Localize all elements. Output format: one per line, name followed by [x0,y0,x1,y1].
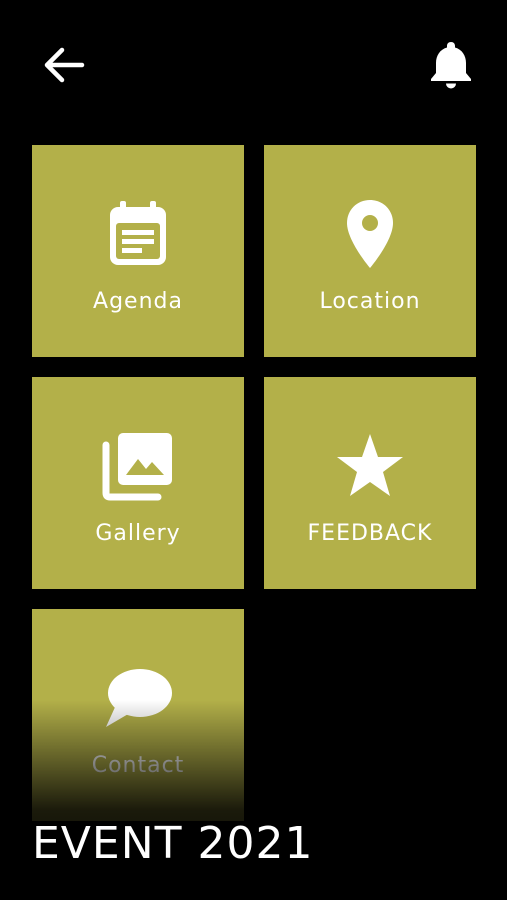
tile-label: FEEDBACK [307,521,433,546]
photo-library-icon [32,429,244,503]
tile-gallery[interactable]: Gallery [32,377,244,589]
tile-label: Contact [91,753,185,778]
tile-label: Gallery [95,521,181,546]
tile-contact[interactable]: Contact [32,609,244,821]
bell-icon [431,42,471,89]
tile-agenda[interactable]: Agenda [32,145,244,357]
tile-location[interactable]: Location [264,145,476,357]
event-title: EVENT 2021 [32,818,314,869]
map-pin-icon [264,197,476,271]
star-icon [264,429,476,503]
tile-feedback[interactable]: FEEDBACK [264,377,476,589]
arrow-left-icon [44,47,85,83]
calendar-icon [32,197,244,271]
chat-bubble-icon [32,661,244,735]
top-bar [0,0,507,130]
tile-label: Location [319,289,421,314]
back-button[interactable] [38,42,88,88]
notifications-button[interactable] [426,38,476,90]
tile-label: Agenda [93,289,183,314]
